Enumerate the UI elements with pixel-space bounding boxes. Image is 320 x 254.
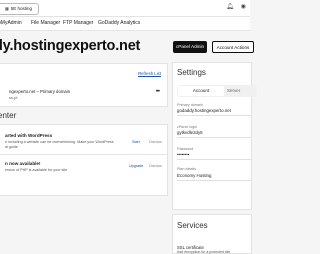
page-title: dy.hostingexperto.net <box>0 38 141 54</box>
cpanel-admin-button[interactable]: cPanel Admin <box>173 41 207 53</box>
recommendation-desc: ersion of PHP is available for your site <box>5 168 68 172</box>
services-title: Services <box>177 221 208 230</box>
domain-row-subtitle: ss.pt <box>9 95 18 100</box>
recommendation-title: n now available! <box>5 161 41 166</box>
nav-item-file-manager[interactable]: File Manager <box>31 17 60 30</box>
refresh-list-link[interactable]: Refresh List <box>138 71 161 76</box>
plan-value: Economy Hosting <box>177 173 212 178</box>
start-link[interactable]: Start <box>132 140 140 144</box>
ssl-desc: Add encryption for a protected site <box>177 250 231 254</box>
recommendation-title: arted with WordPress <box>5 133 53 138</box>
tab-account[interactable]: Account <box>178 86 224 96</box>
recommendation-desc: n including a website can be overwhelmin… <box>5 140 114 144</box>
dismiss-link[interactable]: Dismiss <box>149 164 162 168</box>
product-switcher[interactable]: ▦ 5E hosting <box>0 3 40 15</box>
tool-nav: pMyAdmin File Manager FTP Manager GoDadd… <box>0 17 250 31</box>
top-bar: ▦ 5E hosting 🔔︎ ◉ <box>0 0 250 17</box>
divider <box>0 154 167 155</box>
account-actions-button[interactable]: Account Actions <box>212 41 254 53</box>
divider <box>177 115 251 116</box>
domains-card: Refresh List ngexperto.net – Primary dom… <box>0 63 168 107</box>
primary-domain-value: godaddy.hostingexperto.net <box>177 108 231 113</box>
settings-card: Settings Account Server Primary domain g… <box>172 62 257 210</box>
cpanel-login-value: gytkvdle2dy5 <box>177 130 203 135</box>
field-label: cPanel login <box>177 125 198 129</box>
field-label: Password <box>177 147 194 151</box>
recommendation-desc-2: al guide <box>5 145 18 149</box>
upgrade-link[interactable]: Upgrade <box>129 164 143 168</box>
dismiss-link[interactable]: Dismiss <box>149 140 162 144</box>
field-label: Primary domain <box>177 103 203 107</box>
top-right-icons: 🔔︎ ◉ <box>219 3 246 10</box>
settings-title: Settings <box>177 68 206 77</box>
product-switcher-label: 5E hosting <box>10 6 33 11</box>
divider <box>177 180 251 181</box>
settings-tabs: Account Server <box>177 85 257 97</box>
notification-bell-icon[interactable]: 🔔︎ <box>226 4 234 10</box>
divider <box>177 159 251 160</box>
center-section-title: enter <box>0 111 17 120</box>
kebab-icon[interactable]: ••• <box>156 89 160 95</box>
nav-item-phpmyadmin[interactable]: pMyAdmin <box>0 17 22 30</box>
nav-item-ftp-manager[interactable]: FTP Manager <box>63 17 93 30</box>
recommendations-card: arted with WordPress n including a websi… <box>0 124 168 196</box>
field-label: Plan details <box>177 167 197 171</box>
tab-server[interactable]: Server <box>227 86 257 96</box>
password-value: •••••••• <box>177 152 190 157</box>
divider <box>177 137 251 138</box>
domain-row-title: ngexperto.net – Primary domain <box>9 89 71 94</box>
grid-icon: ▦ <box>5 6 9 11</box>
avatar[interactable]: ◉ <box>241 4 246 10</box>
nav-item-godaddy-analytics[interactable]: GoDaddy Analytics <box>98 17 140 30</box>
services-card: Services SSL certificate Add encryption … <box>172 214 252 254</box>
